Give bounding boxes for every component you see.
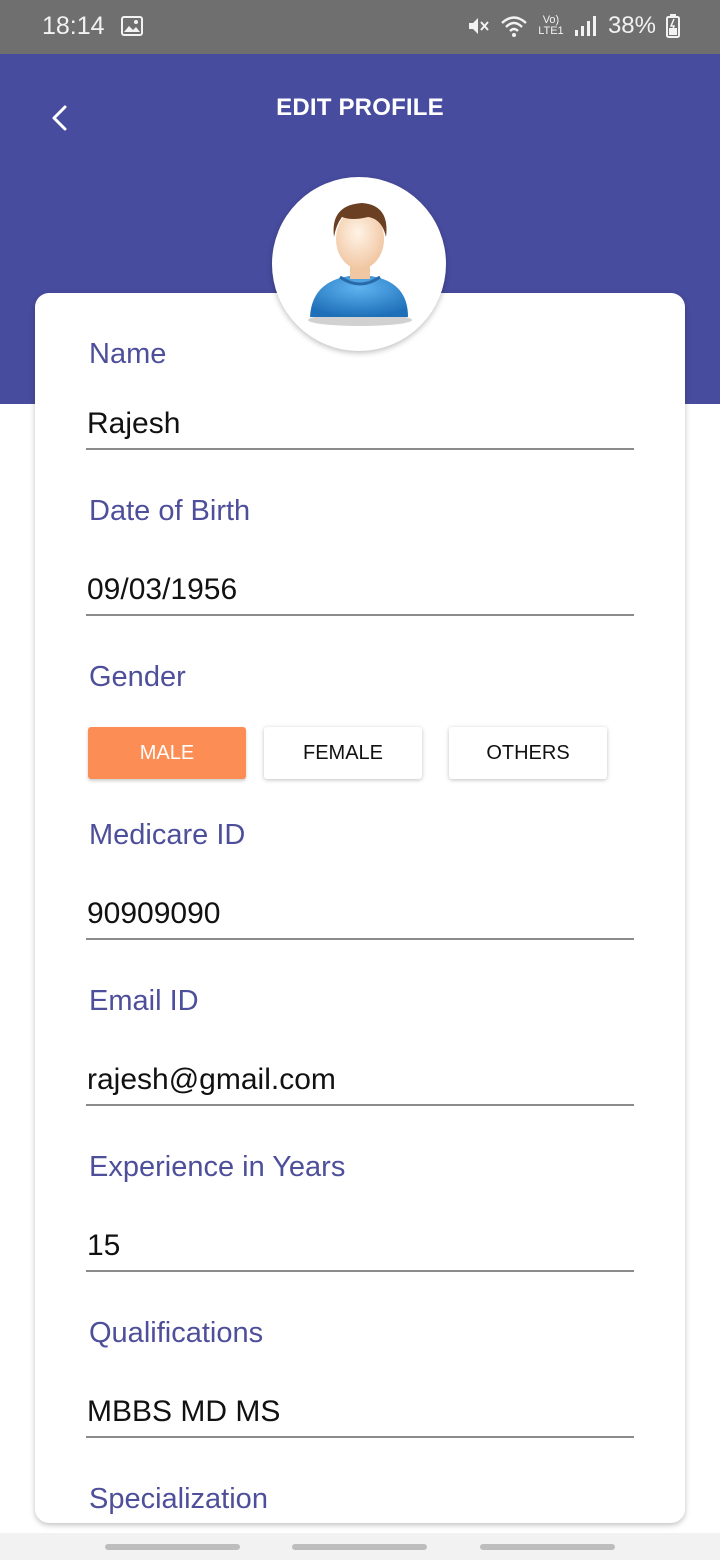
battery-percent: 38%: [607, 12, 656, 39]
email-underline: [86, 1104, 634, 1106]
experience-label: Experience in Years: [89, 1151, 346, 1183]
medicare-label: Medicare ID: [89, 819, 246, 851]
wifi-icon: [501, 16, 527, 37]
system-nav-bar: [0, 1533, 720, 1560]
nav-home-button[interactable]: [292, 1544, 427, 1550]
gender-male-button[interactable]: MALE: [88, 727, 246, 779]
email-label: Email ID: [89, 985, 199, 1017]
battery-icon: [666, 14, 680, 38]
gallery-icon: [121, 16, 143, 36]
gender-selector: MALE FEMALE OTHERS: [88, 727, 618, 779]
gender-female-button[interactable]: FEMALE: [264, 727, 422, 779]
name-underline: [86, 448, 634, 450]
status-time: 18:14: [42, 12, 105, 40]
nav-back-button[interactable]: [480, 1544, 615, 1550]
mute-icon: [468, 18, 489, 34]
network-label: Vo) LTE1: [538, 14, 564, 37]
name-label: Name: [89, 338, 167, 370]
profile-form-card: Name Rajesh Date of Birth 09/03/1956 Gen…: [35, 293, 685, 1523]
user-avatar-icon: [308, 203, 412, 326]
signal-icon: [574, 16, 596, 36]
dob-field[interactable]: 09/03/1956: [87, 573, 633, 607]
qualifications-field[interactable]: MBBS MD MS: [87, 1395, 633, 1429]
qualifications-underline: [86, 1436, 634, 1438]
dob-underline: [86, 614, 634, 616]
gender-others-button[interactable]: OTHERS: [449, 727, 607, 779]
dob-label: Date of Birth: [89, 495, 251, 527]
email-field[interactable]: rajesh@gmail.com: [87, 1063, 633, 1097]
medicare-field[interactable]: 90909090: [87, 897, 633, 931]
gender-label: Gender: [89, 661, 186, 693]
status-bar: 18:14 Vo) LTE1 38%: [0, 0, 720, 54]
medicare-underline: [86, 938, 634, 940]
experience-field[interactable]: 15: [87, 1229, 633, 1263]
qualifications-label: Qualifications: [89, 1317, 264, 1349]
specialization-label: Specialization: [89, 1483, 268, 1515]
page-title: EDIT PROFILE: [276, 94, 444, 121]
experience-underline: [86, 1270, 634, 1272]
name-field[interactable]: Rajesh: [87, 407, 633, 441]
nav-recents-button[interactable]: [105, 1544, 240, 1550]
avatar[interactable]: [272, 177, 446, 351]
